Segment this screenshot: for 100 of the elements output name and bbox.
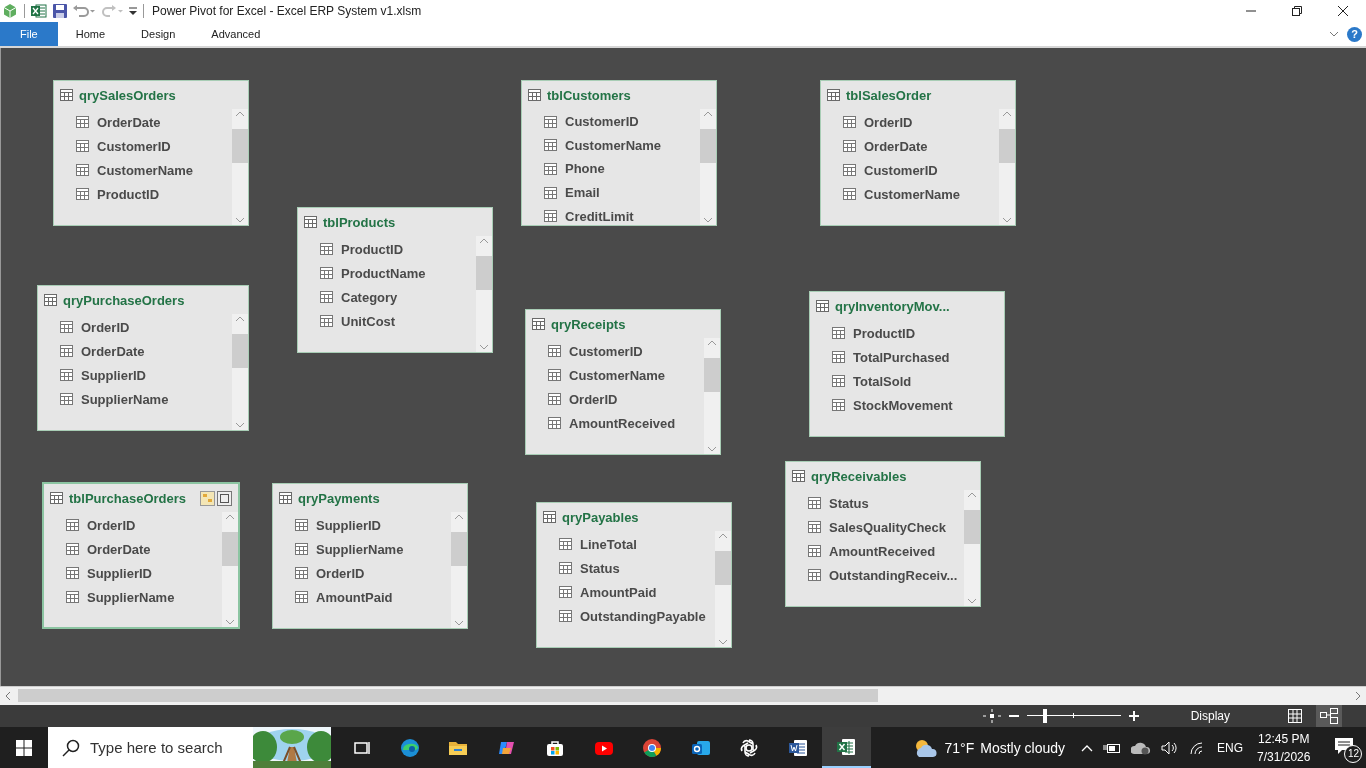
column-name[interactable]: ProductID (97, 186, 160, 202)
column-name[interactable]: AmountReceived (829, 543, 936, 559)
column-name[interactable]: OrderDate (87, 541, 151, 557)
column-name[interactable]: AmountPaid (580, 584, 657, 600)
column-name[interactable]: OrderID (569, 391, 618, 407)
language-indicator[interactable]: ENG (1217, 740, 1244, 755)
column-name[interactable]: OrderID (81, 319, 130, 335)
spreadsheet-icon[interactable] (835, 736, 858, 757)
column-name[interactable]: TotalSold (853, 373, 912, 389)
column-name[interactable]: CustomerID (569, 343, 643, 359)
column-icon (66, 567, 79, 579)
table-card[interactable]: tblSalesOrder OrderID OrderDate CustomerID CustomerName (820, 80, 1016, 226)
column-name[interactable]: ProductID (341, 241, 404, 257)
column-name[interactable]: Category (341, 289, 398, 305)
column-name[interactable]: Email (565, 185, 600, 201)
column-name[interactable]: SupplierID (316, 517, 381, 533)
column-icon (832, 351, 845, 363)
restore-icon[interactable] (1292, 6, 1302, 16)
taskbar-app[interactable] (822, 727, 871, 768)
customize-icon[interactable] (129, 7, 137, 15)
chevron-down-icon[interactable] (1329, 31, 1339, 37)
browser-icon[interactable] (398, 737, 421, 758)
column-name[interactable]: SupplierName (81, 391, 169, 407)
column-name[interactable]: LineTotal (580, 536, 637, 552)
horizontal-scrollbar[interactable] (0, 686, 1366, 705)
table-card[interactable]: qryPurchaseOrders OrderID OrderDate SupplierID SupplierName (37, 285, 249, 431)
help-icon[interactable]: ? (1347, 26, 1362, 42)
column-name[interactable]: UnitCost (341, 313, 396, 329)
column-name[interactable]: OrderDate (864, 138, 928, 154)
column-name[interactable]: CreditLimit (565, 208, 634, 224)
table-card[interactable]: qryPayments SupplierID SupplierName OrderID AmountPaid (272, 483, 468, 629)
column-name[interactable]: OrderID (316, 565, 365, 581)
table-card[interactable]: qryReceivables Status SalesQualityCheck AmountReceived OutstandingReceiv... (785, 461, 981, 607)
column-name[interactable]: OrderDate (97, 114, 161, 130)
column-name[interactable]: AmountReceived (569, 415, 676, 431)
column-name[interactable]: SalesQualityCheck (829, 519, 947, 535)
cube-icon[interactable] (2, 3, 18, 19)
table-icon (543, 511, 556, 523)
column-name[interactable]: SupplierName (87, 589, 175, 605)
table-card[interactable]: qryPayables LineTotal Status AmountPaid OutstandingPayable (536, 502, 732, 648)
chevron-right-icon[interactable] (1355, 691, 1361, 701)
table-icon (528, 89, 541, 101)
slider-thumb[interactable] (1043, 709, 1048, 723)
column-icon (544, 139, 557, 152)
clock-date[interactable]: 7/31/2026 (1257, 747, 1311, 766)
table-card[interactable]: tblCustomers CustomerID CustomerName Phone Email CreditLimit (521, 80, 717, 226)
column-name[interactable]: TotalPurchased (853, 349, 950, 365)
table-name: qryReceipts (551, 316, 626, 332)
undo-icon[interactable] (73, 4, 95, 18)
column-name[interactable]: Phone (565, 161, 605, 177)
speaker-icon[interactable] (1161, 740, 1180, 755)
column-name[interactable]: CustomerName (565, 137, 662, 153)
search-field[interactable]: Type here to search (90, 739, 240, 756)
round-logo-icon[interactable] (641, 737, 664, 758)
column-name[interactable]: OutstandingReceiv... (829, 567, 958, 583)
column-name[interactable]: CustomerID (97, 138, 171, 154)
zoom-in-icon[interactable] (1128, 711, 1139, 721)
table-name: qryReceivables (811, 468, 907, 484)
fit-icon[interactable] (982, 709, 1001, 723)
save-icon[interactable] (53, 4, 67, 18)
column-name[interactable]: OutstandingPayable (580, 608, 706, 624)
zoom-slider[interactable] (1026, 709, 1121, 723)
four-squares-icon[interactable] (16, 739, 32, 756)
ribbon-tab[interactable]: File (0, 22, 58, 46)
column-name[interactable]: CustomerName (97, 162, 194, 178)
column-name[interactable]: CustomerName (569, 367, 666, 383)
column-name[interactable]: OrderID (87, 517, 136, 533)
search-box[interactable]: Type here to search (48, 727, 331, 768)
maximize-icon[interactable] (217, 490, 232, 506)
column-name[interactable]: SupplierID (87, 565, 152, 581)
column-name[interactable]: CustomerID (565, 114, 639, 130)
column-icon (548, 345, 561, 357)
document-icon[interactable] (786, 737, 809, 758)
column-name[interactable]: CustomerName (864, 186, 961, 202)
column-name[interactable]: SupplierName (316, 541, 404, 557)
table-card[interactable]: qryInventoryMov... ProductID TotalPurchased TotalSold StockMovement (809, 291, 1005, 437)
column-name[interactable]: OrderID (864, 114, 913, 130)
close-icon[interactable] (1338, 6, 1348, 16)
column-name[interactable]: ProductID (853, 325, 916, 341)
column-name[interactable]: AmountPaid (316, 589, 393, 605)
column-name[interactable]: CustomerID (864, 162, 938, 178)
column-name[interactable]: SupplierID (81, 367, 146, 383)
table-card[interactable]: tblProducts ProductID ProductName Category UnitCost (297, 207, 493, 353)
table-card[interactable]: qryReceipts CustomerID CustomerName OrderID AmountReceived (525, 309, 721, 455)
table-card[interactable]: qrySalesOrders OrderDate CustomerID CustomerName ProductID (53, 80, 249, 226)
grid-icon[interactable] (1288, 709, 1302, 723)
column-name[interactable]: ProductName (341, 265, 426, 281)
battery-icon[interactable] (1103, 741, 1122, 754)
window-title: Power Pivot for Excel - Excel ERP System v1.xlsm (152, 4, 422, 18)
column-name[interactable]: Status (580, 560, 620, 576)
clock-time[interactable]: 12:45 PM (1258, 729, 1310, 748)
column-name[interactable]: Status (829, 495, 869, 511)
column-icon (60, 321, 73, 333)
chevron-left-icon[interactable] (5, 691, 11, 701)
column-name[interactable]: StockMovement (853, 397, 953, 413)
table-card[interactable]: tblPurchaseOrders OrderID OrderDate SupplierID SupplierName (42, 482, 240, 629)
table-name: tblPurchaseOrders (69, 490, 187, 506)
cloud-icon[interactable] (1131, 740, 1152, 755)
spreadsheet-icon[interactable] (31, 4, 47, 18)
column-name[interactable]: OrderDate (81, 343, 145, 359)
